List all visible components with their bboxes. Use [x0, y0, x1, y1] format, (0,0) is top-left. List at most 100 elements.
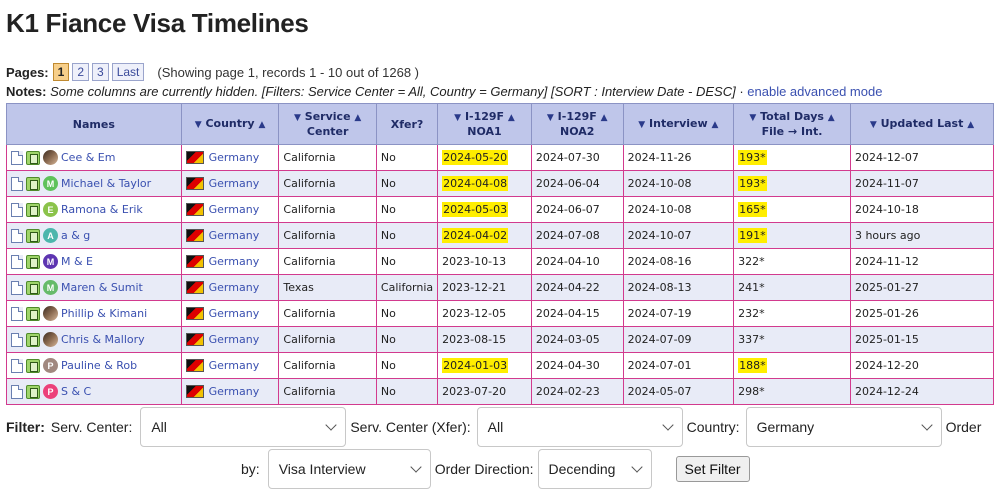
country-link[interactable]: Germany [209, 281, 260, 294]
country-link[interactable]: Germany [209, 151, 260, 164]
sort-asc-icon[interactable]: ▲ [508, 113, 515, 123]
couple-name-link[interactable]: a & g [61, 229, 90, 242]
document-icon[interactable] [11, 358, 23, 373]
sort-desc-icon[interactable]: ▼ [454, 113, 461, 123]
col-header-country[interactable]: ▼ Country ▲ [180, 103, 280, 145]
table-row: Chris & Mallory Germany California No 2023-0… [6, 326, 995, 353]
xfer-cell: No [375, 378, 439, 405]
sort-asc-icon[interactable]: ▲ [967, 120, 974, 130]
service-center-cell: California [278, 144, 377, 171]
country-cell: Germany [180, 144, 280, 171]
page-link-2[interactable]: 2 [72, 63, 90, 81]
interview-cell: 2024-10-07 [622, 222, 735, 249]
sort-desc-icon[interactable]: ▼ [749, 113, 756, 123]
noa1-date: 2023-07-20 [442, 385, 507, 398]
sort-desc-icon[interactable]: ▼ [638, 120, 645, 130]
country-cell: Germany [180, 248, 280, 275]
contact-card-icon[interactable] [26, 150, 40, 165]
order-by-select[interactable]: Visa Interview [267, 449, 431, 489]
country-select[interactable]: Germany [745, 407, 942, 447]
couple-name-link[interactable]: Michael & Taylor [61, 177, 151, 190]
document-icon[interactable] [11, 280, 23, 295]
noa1-cell: 2023-10-13 [437, 248, 532, 275]
contact-card-icon[interactable] [26, 306, 40, 321]
sort-asc-icon[interactable]: ▲ [601, 113, 608, 123]
notes-label: Notes: [6, 84, 47, 99]
col-header-updated-last[interactable]: ▼ Updated Last ▲ [849, 103, 995, 145]
contact-card-icon[interactable] [26, 280, 40, 295]
couple-name-link[interactable]: M & E [61, 255, 93, 268]
contact-card-icon[interactable] [26, 202, 40, 217]
document-icon[interactable] [11, 306, 23, 321]
sort-asc-icon[interactable]: ▲ [354, 113, 361, 123]
germany-flag-icon [185, 281, 204, 294]
chevron-down-icon [630, 461, 643, 473]
country-link[interactable]: Germany [209, 359, 260, 372]
document-icon[interactable] [11, 332, 23, 347]
document-icon[interactable] [11, 176, 23, 191]
country-link[interactable]: Germany [209, 333, 260, 346]
xfer-cell: No [375, 248, 439, 275]
advanced-mode-link[interactable]: enable advanced mode [747, 84, 882, 99]
contact-card-icon[interactable] [26, 358, 40, 373]
contact-card-icon[interactable] [26, 384, 40, 399]
serv-center-xfer-select[interactable]: All [476, 407, 683, 447]
contact-card-icon[interactable] [26, 254, 40, 269]
document-icon[interactable] [11, 202, 23, 217]
document-icon[interactable] [11, 254, 23, 269]
name-cell: Aa & g [6, 222, 182, 249]
contact-card-icon[interactable] [26, 228, 40, 243]
page-link-3[interactable]: 3 [92, 63, 109, 81]
couple-name-link[interactable]: Phillip & Kimani [61, 307, 147, 320]
table-row: Phillip & Kimani Germany California No 2023-… [6, 300, 995, 327]
serv-center-select[interactable]: All [140, 407, 347, 447]
col-header-service-center[interactable]: ▼ Service ▲ Center [278, 103, 377, 145]
page-link-1[interactable]: 1 [52, 63, 70, 81]
couple-name-link[interactable]: Maren & Sumit [61, 281, 143, 294]
couple-name-link[interactable]: Cee & Em [61, 151, 115, 164]
document-icon[interactable] [11, 150, 23, 165]
total-days-value: 165* [738, 202, 767, 217]
couple-name-link[interactable]: Ramona & Erik [61, 203, 143, 216]
sort-asc-icon[interactable]: ▲ [712, 120, 719, 130]
col-header-total-days[interactable]: ▼ Total Days ▲ File → Int. [733, 103, 851, 145]
interview-cell: 2024-10-08 [622, 196, 735, 223]
service-center-cell: California [278, 222, 377, 249]
country-link[interactable]: Germany [209, 203, 260, 216]
col-header-interview[interactable]: ▼ Interview ▲ [622, 103, 735, 145]
interview-cell: 2024-07-19 [622, 300, 735, 327]
sort-desc-icon[interactable]: ▼ [547, 113, 554, 123]
sort-desc-icon[interactable]: ▼ [195, 120, 202, 130]
page-link-last[interactable]: Last [111, 63, 145, 81]
noa2-cell: 2024-03-05 [530, 326, 624, 353]
country-cell: Germany [180, 352, 280, 379]
set-filter-button[interactable]: Set Filter [675, 456, 750, 482]
col-header-names[interactable]: Names [6, 103, 182, 145]
document-icon[interactable] [11, 228, 23, 243]
couple-name-link[interactable]: Pauline & Rob [61, 359, 137, 372]
updated-last-cell: 2025-01-27 [849, 274, 995, 301]
sort-asc-icon[interactable]: ▲ [258, 120, 265, 130]
document-icon[interactable] [11, 384, 23, 399]
total-days-cell: 193* [733, 144, 851, 171]
contact-card-icon[interactable] [26, 332, 40, 347]
country-link[interactable]: Germany [209, 255, 260, 268]
country-link[interactable]: Germany [209, 385, 260, 398]
col-header-noa1[interactable]: ▼ I-129F ▲ NOA1 [437, 103, 532, 145]
avatar [43, 306, 58, 321]
country-link[interactable]: Germany [209, 229, 260, 242]
sort-desc-icon[interactable]: ▼ [294, 113, 301, 123]
couple-name-link[interactable]: Chris & Mallory [61, 333, 145, 346]
noa1-date: 2024-04-02 [442, 228, 509, 243]
sort-asc-icon[interactable]: ▲ [828, 113, 835, 123]
sort-desc-icon[interactable]: ▼ [870, 120, 877, 130]
col-header-noa2[interactable]: ▼ I-129F ▲ NOA2 [530, 103, 624, 145]
order-direction-label: Order Direction: [434, 461, 534, 477]
contact-card-icon[interactable] [26, 176, 40, 191]
name-cell: P Pauline & Rob [6, 352, 182, 379]
country-link[interactable]: Germany [209, 307, 260, 320]
table-header-row: Names ▼ Country ▲ ▼ Service ▲ Center Xfer… [6, 103, 995, 145]
couple-name-link[interactable]: S & C [61, 385, 91, 398]
country-link[interactable]: Germany [209, 177, 260, 190]
order-direction-select[interactable]: Decending [537, 449, 652, 489]
